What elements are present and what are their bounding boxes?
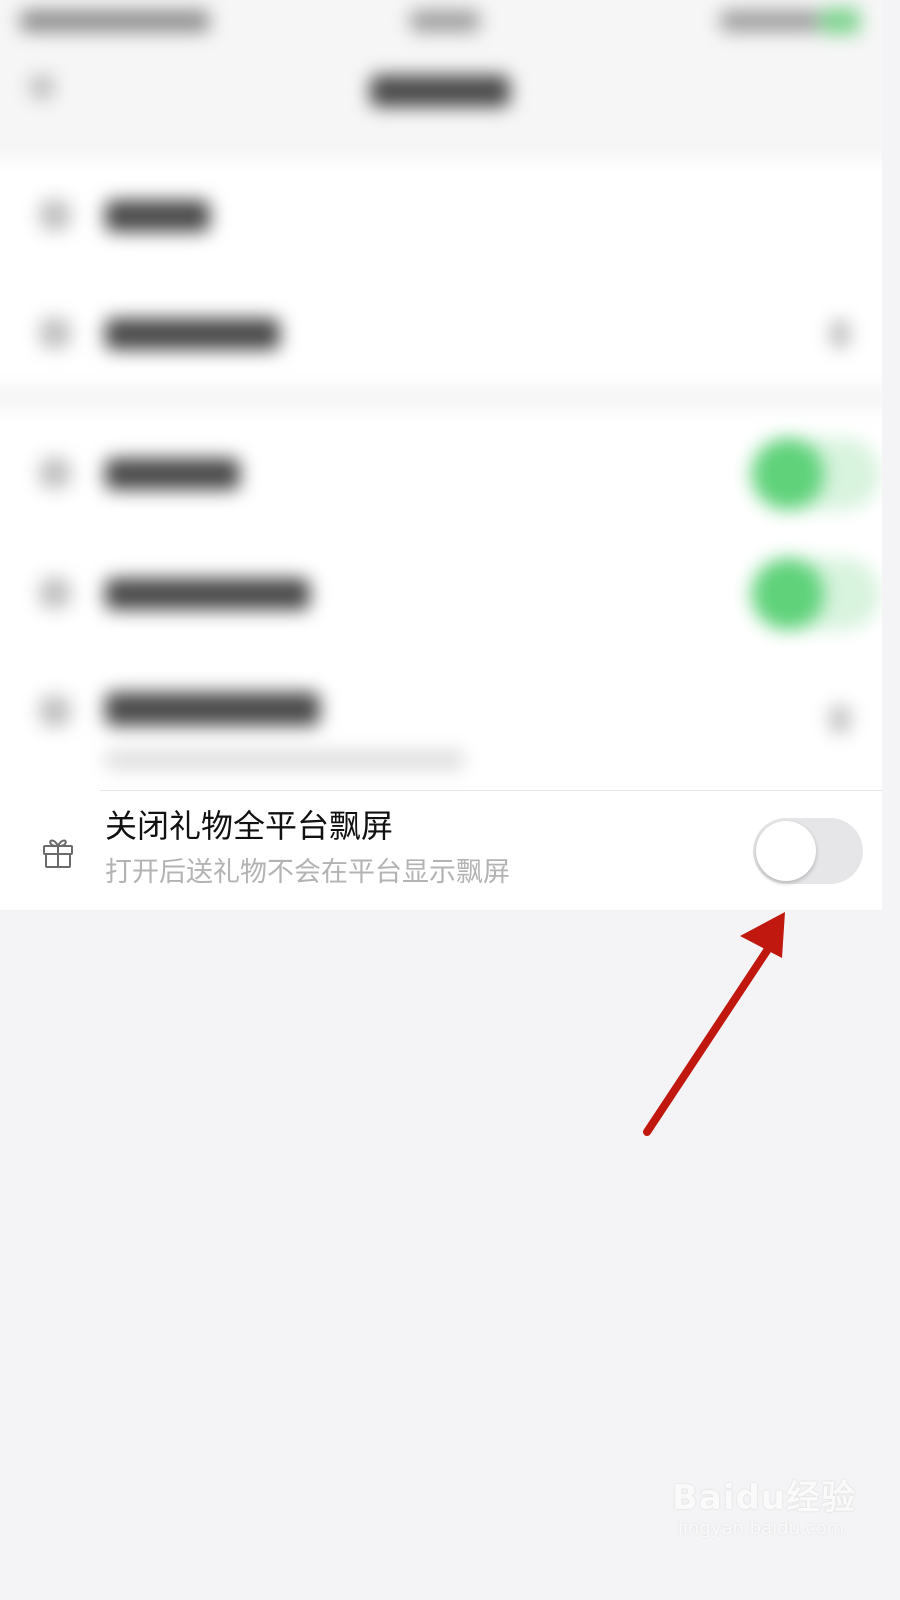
gift-icon bbox=[43, 839, 73, 868]
toggle-knob[interactable] bbox=[756, 821, 816, 881]
blurred-row-chevron-2 bbox=[830, 320, 850, 348]
watermark-logo: Baidu经验 bbox=[672, 1478, 857, 1518]
blurred-row-icon-1 bbox=[40, 200, 70, 230]
status-bar-center bbox=[410, 10, 480, 32]
blurred-row-icon-4 bbox=[40, 578, 70, 608]
blurred-row-sublabel-5 bbox=[105, 750, 465, 770]
blurred-row-band-1 bbox=[0, 160, 882, 385]
status-bar-left bbox=[20, 10, 210, 32]
nav-back bbox=[30, 75, 54, 99]
setting-subtitle: 打开后送礼物不会在平台显示飘屏 bbox=[105, 857, 510, 888]
gift-float-toggle[interactable] bbox=[753, 818, 863, 884]
blurred-row-icon-5 bbox=[40, 696, 70, 726]
blurred-toggle-knob-3 bbox=[752, 438, 824, 510]
blurred-row-chevron-5 bbox=[830, 705, 850, 733]
setting-title: 关闭礼物全平台飘屏 bbox=[105, 807, 394, 845]
status-bar-right bbox=[720, 10, 820, 32]
baidu-watermark: Baidu经验 jingyan.baidu.com bbox=[672, 1470, 862, 1560]
blurred-row-label-4 bbox=[105, 578, 310, 610]
nav-title bbox=[370, 75, 510, 107]
annotation-arrow-icon bbox=[643, 912, 785, 1136]
blurred-toggle-knob-4 bbox=[752, 558, 824, 630]
blurred-row-label-3 bbox=[105, 458, 240, 490]
blurred-row-label-2 bbox=[105, 318, 280, 350]
blurred-row-icon-3 bbox=[40, 458, 70, 488]
blurred-settings-area bbox=[0, 0, 882, 790]
blurred-row-icon-2 bbox=[40, 318, 70, 348]
blurred-row-label-1 bbox=[105, 200, 210, 232]
row-divider bbox=[100, 790, 882, 791]
watermark-url: jingyan.baidu.com bbox=[678, 1518, 845, 1539]
blurred-row-label-5 bbox=[105, 692, 320, 726]
status-bar-battery bbox=[820, 8, 860, 34]
